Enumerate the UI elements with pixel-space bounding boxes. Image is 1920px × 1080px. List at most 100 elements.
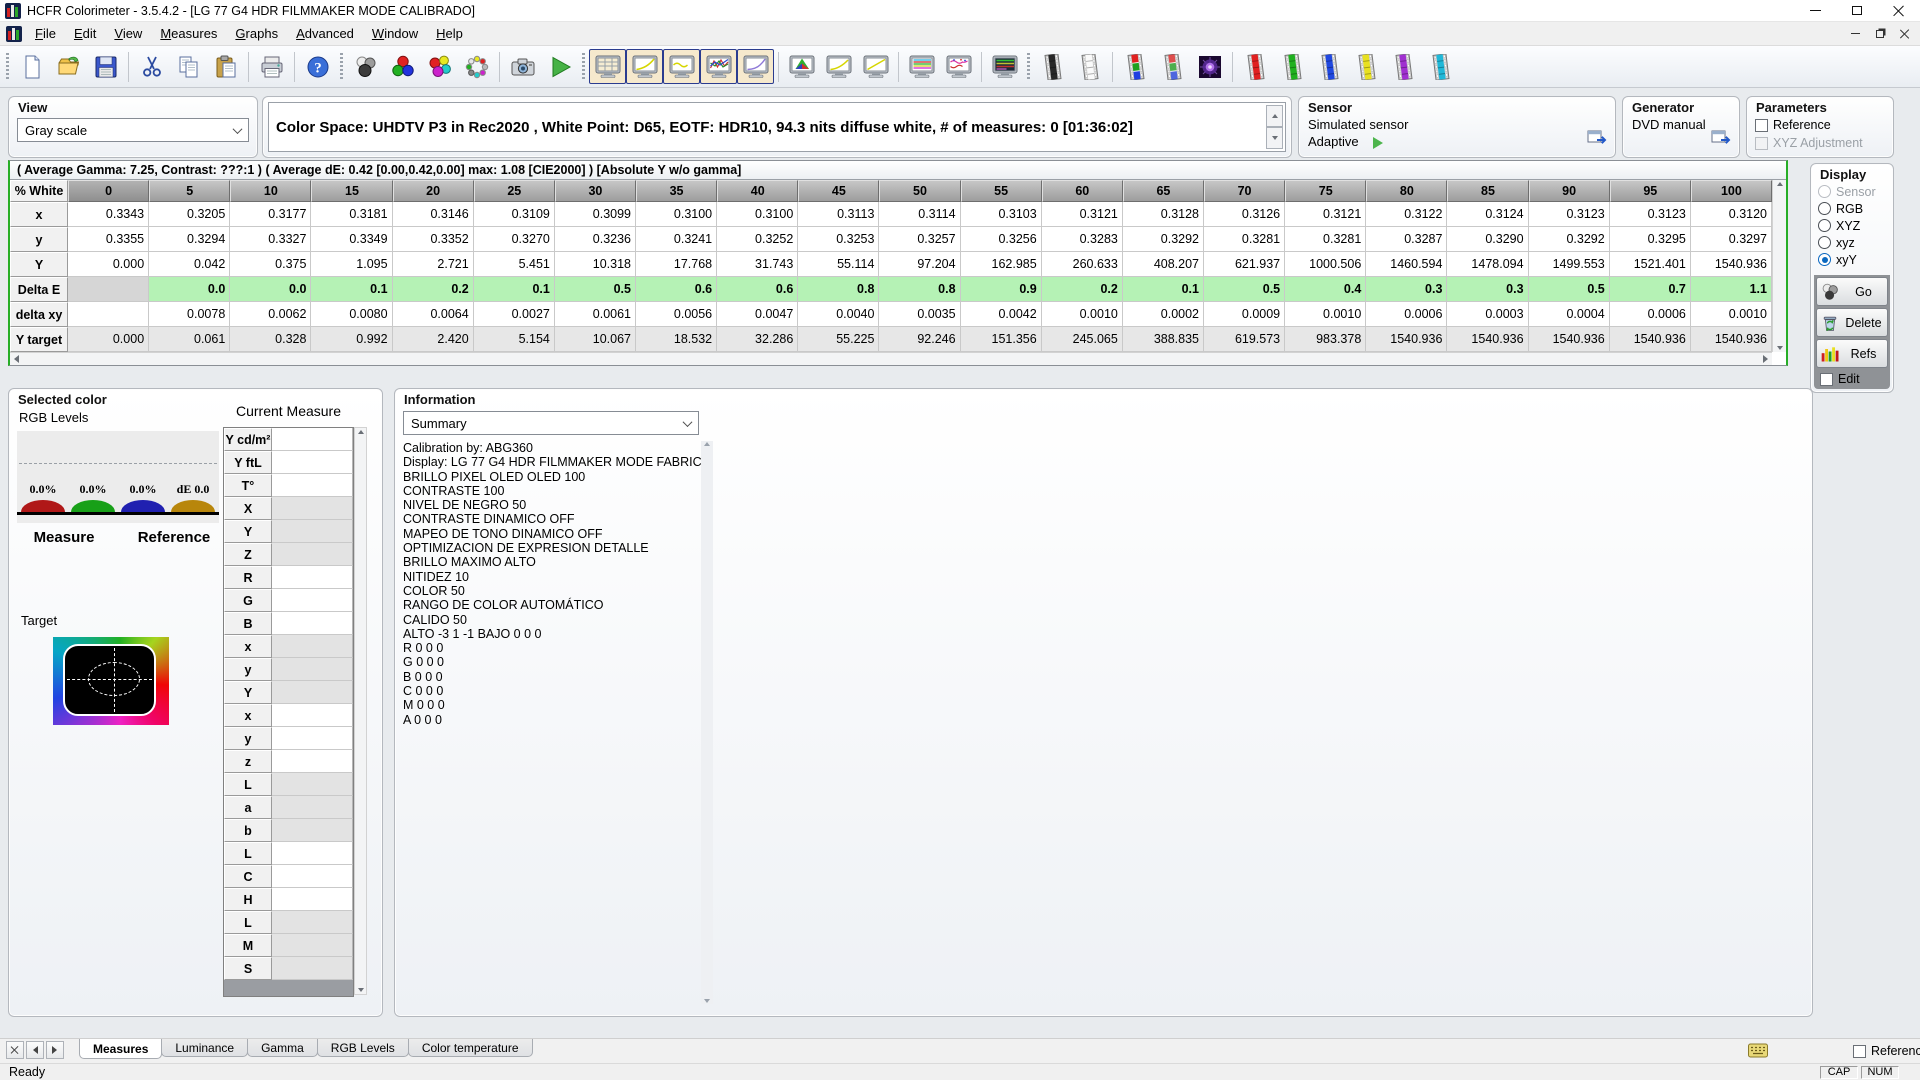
grid-column-header[interactable]: 35 — [636, 180, 717, 202]
grid-cell[interactable]: 0.8 — [798, 277, 879, 302]
menu-file[interactable]: File — [26, 24, 65, 43]
spinner-down-button[interactable] — [1266, 127, 1283, 149]
menu-advanced[interactable]: Advanced — [287, 24, 363, 43]
grid-cell[interactable]: 0.3181 — [311, 202, 392, 227]
grid-cell[interactable]: 0.000 — [68, 252, 149, 277]
measure-primaries-button[interactable] — [384, 49, 421, 84]
grid-column-header[interactable]: 0 — [68, 180, 149, 202]
grid-cell[interactable]: 0.6 — [636, 277, 717, 302]
grid-column-header[interactable]: 80 — [1366, 180, 1447, 202]
reference-bottom-checkbox[interactable]: Reference — [1845, 1042, 1920, 1060]
grid-cell[interactable]: 0.0027 — [474, 302, 555, 327]
grid-cell[interactable]: 260.633 — [1042, 252, 1123, 277]
pattern-black-button[interactable] — [1034, 49, 1071, 84]
view-nearblack-curve-button[interactable] — [663, 49, 700, 84]
grid-cell[interactable]: 619.573 — [1204, 327, 1285, 352]
scroll-tabs-left-button[interactable] — [26, 1041, 44, 1059]
grid-cell[interactable]: 0.3257 — [879, 227, 960, 252]
maximize-button[interactable] — [1836, 0, 1878, 21]
grid-cell[interactable]: 0.3283 — [1042, 227, 1123, 252]
menu-graphs[interactable]: Graphs — [226, 24, 287, 43]
grid-cell[interactable]: 0.3120 — [1691, 202, 1772, 227]
grid-cell[interactable]: 0.3205 — [149, 202, 230, 227]
information-dropdown[interactable]: Summary — [403, 411, 699, 435]
grid-cell[interactable]: 0.7 — [1610, 277, 1691, 302]
measure-secondaries-button[interactable] — [421, 49, 458, 84]
grid-cell[interactable]: 0.0003 — [1447, 302, 1528, 327]
grid-cell[interactable]: 0.3287 — [1366, 227, 1447, 252]
keyboard-icon[interactable] — [1748, 1043, 1768, 1063]
grid-cell[interactable]: 1540.936 — [1529, 327, 1610, 352]
pattern-magenta-button[interactable] — [1385, 49, 1422, 84]
grid-column-header[interactable]: 90 — [1529, 180, 1610, 202]
grid-cell[interactable]: 31.743 — [717, 252, 798, 277]
grid-cell[interactable]: 0.3292 — [1529, 227, 1610, 252]
grid-cell[interactable]: 0.3 — [1366, 277, 1447, 302]
grid-cell[interactable]: 0.3241 — [636, 227, 717, 252]
grid-cell[interactable]: 0.3270 — [474, 227, 555, 252]
grid-cell[interactable]: 0.3349 — [311, 227, 392, 252]
grid-cell[interactable]: 0.0010 — [1691, 302, 1772, 327]
grid-cell[interactable]: 1478.094 — [1447, 252, 1528, 277]
grid-cell[interactable]: 245.065 — [1042, 327, 1123, 352]
mdi-restore-icon[interactable] — [1876, 30, 1884, 38]
pattern-yellow-button[interactable] — [1348, 49, 1385, 84]
grid-cell[interactable]: 0.3123 — [1529, 202, 1610, 227]
grid-cell[interactable]: 0.0042 — [961, 302, 1042, 327]
scroll-left-icon[interactable] — [10, 355, 19, 363]
grid-cell[interactable]: 10.318 — [555, 252, 636, 277]
grid-cell[interactable]: 1540.936 — [1610, 327, 1691, 352]
view-color-curves-button[interactable] — [700, 49, 737, 84]
scroll-up-icon[interactable] — [704, 439, 710, 446]
tab-color-temperature[interactable]: Color temperature — [408, 1039, 533, 1057]
grid-cell[interactable]: 0.3100 — [636, 202, 717, 227]
grid-cell[interactable]: 1.1 — [1691, 277, 1772, 302]
edit-checkbox[interactable]: Edit — [1816, 370, 1888, 388]
tab-luminance[interactable]: Luminance — [161, 1039, 248, 1057]
grid-cell[interactable]: 621.937 — [1204, 252, 1285, 277]
grid-cell[interactable]: 0.3121 — [1285, 202, 1366, 227]
grid-cell[interactable]: 0.2 — [1042, 277, 1123, 302]
grid-cell[interactable]: 162.985 — [961, 252, 1042, 277]
tab-rgb-levels[interactable]: RGB Levels — [317, 1039, 409, 1057]
grid-cell[interactable]: 92.246 — [879, 327, 960, 352]
measure-grayscale-button[interactable] — [347, 49, 384, 84]
grid-cell[interactable]: 0.3113 — [798, 202, 879, 227]
pattern-cyan-button[interactable] — [1422, 49, 1459, 84]
grid-cell[interactable]: 0.3294 — [149, 227, 230, 252]
scroll-down-icon[interactable] — [358, 988, 364, 995]
grid-cell[interactable] — [68, 277, 149, 302]
new-document-button[interactable] — [13, 49, 50, 84]
grid-cell[interactable]: 0.3343 — [68, 202, 149, 227]
grid-cell[interactable]: 0.2 — [393, 277, 474, 302]
reference-checkbox[interactable]: Reference — [1747, 116, 1893, 134]
radio-xyz[interactable]: xyz — [1811, 234, 1893, 251]
grid-cell[interactable]: 0.0064 — [393, 302, 474, 327]
grid-cell[interactable]: 0.3292 — [1123, 227, 1204, 252]
pattern-white-button[interactable] — [1071, 49, 1108, 84]
grid-cell[interactable]: 0.3103 — [961, 202, 1042, 227]
grid-cell[interactable]: 0.1 — [311, 277, 392, 302]
grid-column-header[interactable]: 25 — [474, 180, 555, 202]
grid-cell[interactable]: 0.3099 — [555, 202, 636, 227]
grid-cell[interactable]: 1540.936 — [1366, 327, 1447, 352]
grid-cell[interactable]: 0.3295 — [1610, 227, 1691, 252]
mdi-minimize-icon[interactable] — [1851, 33, 1860, 34]
tab-gamma[interactable]: Gamma — [247, 1039, 318, 1057]
menu-measures[interactable]: Measures — [151, 24, 226, 43]
grid-cell[interactable]: 0.3281 — [1204, 227, 1285, 252]
scroll-up-icon[interactable] — [358, 427, 364, 434]
refs-button[interactable]: Refs — [1816, 339, 1888, 368]
grid-cell[interactable]: 0.0010 — [1042, 302, 1123, 327]
grid-cell[interactable]: 1540.936 — [1447, 327, 1528, 352]
grid-column-header[interactable]: 20 — [393, 180, 474, 202]
grid-cell[interactable]: 0.5 — [555, 277, 636, 302]
tab-measures[interactable]: Measures — [79, 1039, 162, 1059]
grid-column-header[interactable]: 40 — [717, 180, 798, 202]
open-file-button[interactable] — [50, 49, 87, 84]
grid-cell[interactable]: 408.207 — [1123, 252, 1204, 277]
grid-cell[interactable]: 1499.553 — [1529, 252, 1610, 277]
grid-cell[interactable]: 1460.594 — [1366, 252, 1447, 277]
grid-cell[interactable]: 0.328 — [230, 327, 311, 352]
grid-cell[interactable]: 0.000 — [68, 327, 149, 352]
